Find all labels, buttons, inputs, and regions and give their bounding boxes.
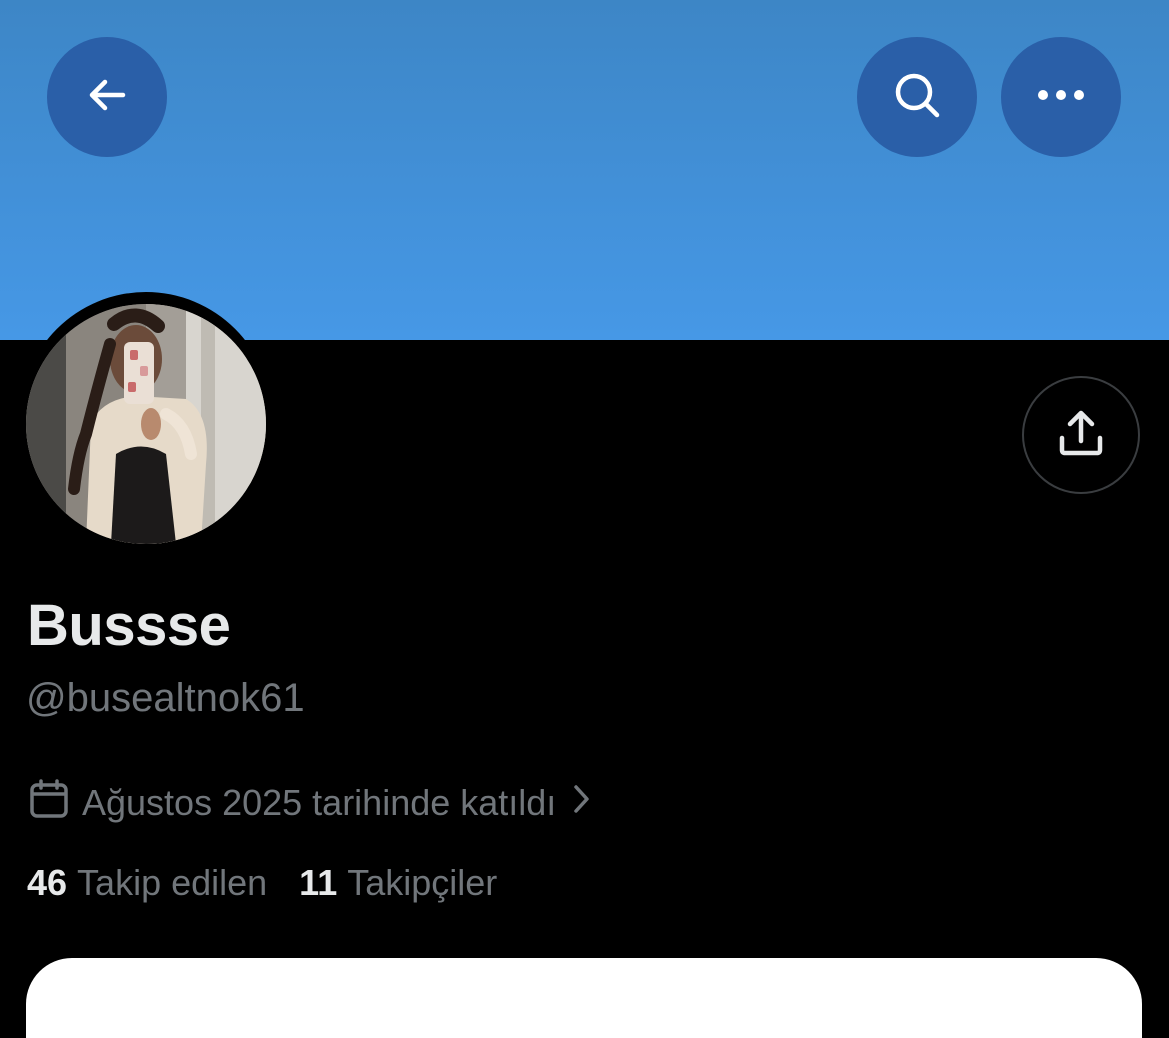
avatar-photo — [26, 304, 266, 544]
followers-stat[interactable]: 11 Takipçiler — [299, 862, 497, 904]
followers-label: Takipçiler — [347, 862, 498, 903]
chevron-right-icon — [568, 782, 594, 825]
more-options-button[interactable] — [1001, 37, 1121, 157]
back-button[interactable] — [47, 37, 167, 157]
more-horizontal-icon — [1036, 88, 1086, 107]
user-handle: @busealtnok61 — [26, 676, 305, 720]
followers-count: 11 — [299, 862, 338, 903]
share-icon — [1056, 408, 1106, 463]
search-button[interactable] — [857, 37, 977, 157]
following-label: Takip edilen — [77, 862, 268, 903]
profile-banner — [0, 0, 1169, 340]
following-count: 46 — [27, 862, 68, 903]
display-name: Bussse — [27, 593, 231, 658]
share-button[interactable] — [1022, 376, 1140, 494]
avatar[interactable] — [26, 304, 266, 544]
bottom-sheet — [26, 958, 1142, 1038]
following-stat[interactable]: 46 Takip edilen — [27, 862, 267, 904]
search-icon — [891, 69, 943, 126]
joined-date-text: Ağustos 2025 tarihinde katıldı — [82, 782, 557, 823]
follow-stats: 46 Takip edilen 11 Takipçiler — [27, 862, 529, 904]
joined-date-row[interactable]: Ağustos 2025 tarihinde katıldı — [28, 778, 594, 828]
arrow-left-icon — [85, 73, 129, 122]
calendar-icon — [28, 778, 70, 829]
